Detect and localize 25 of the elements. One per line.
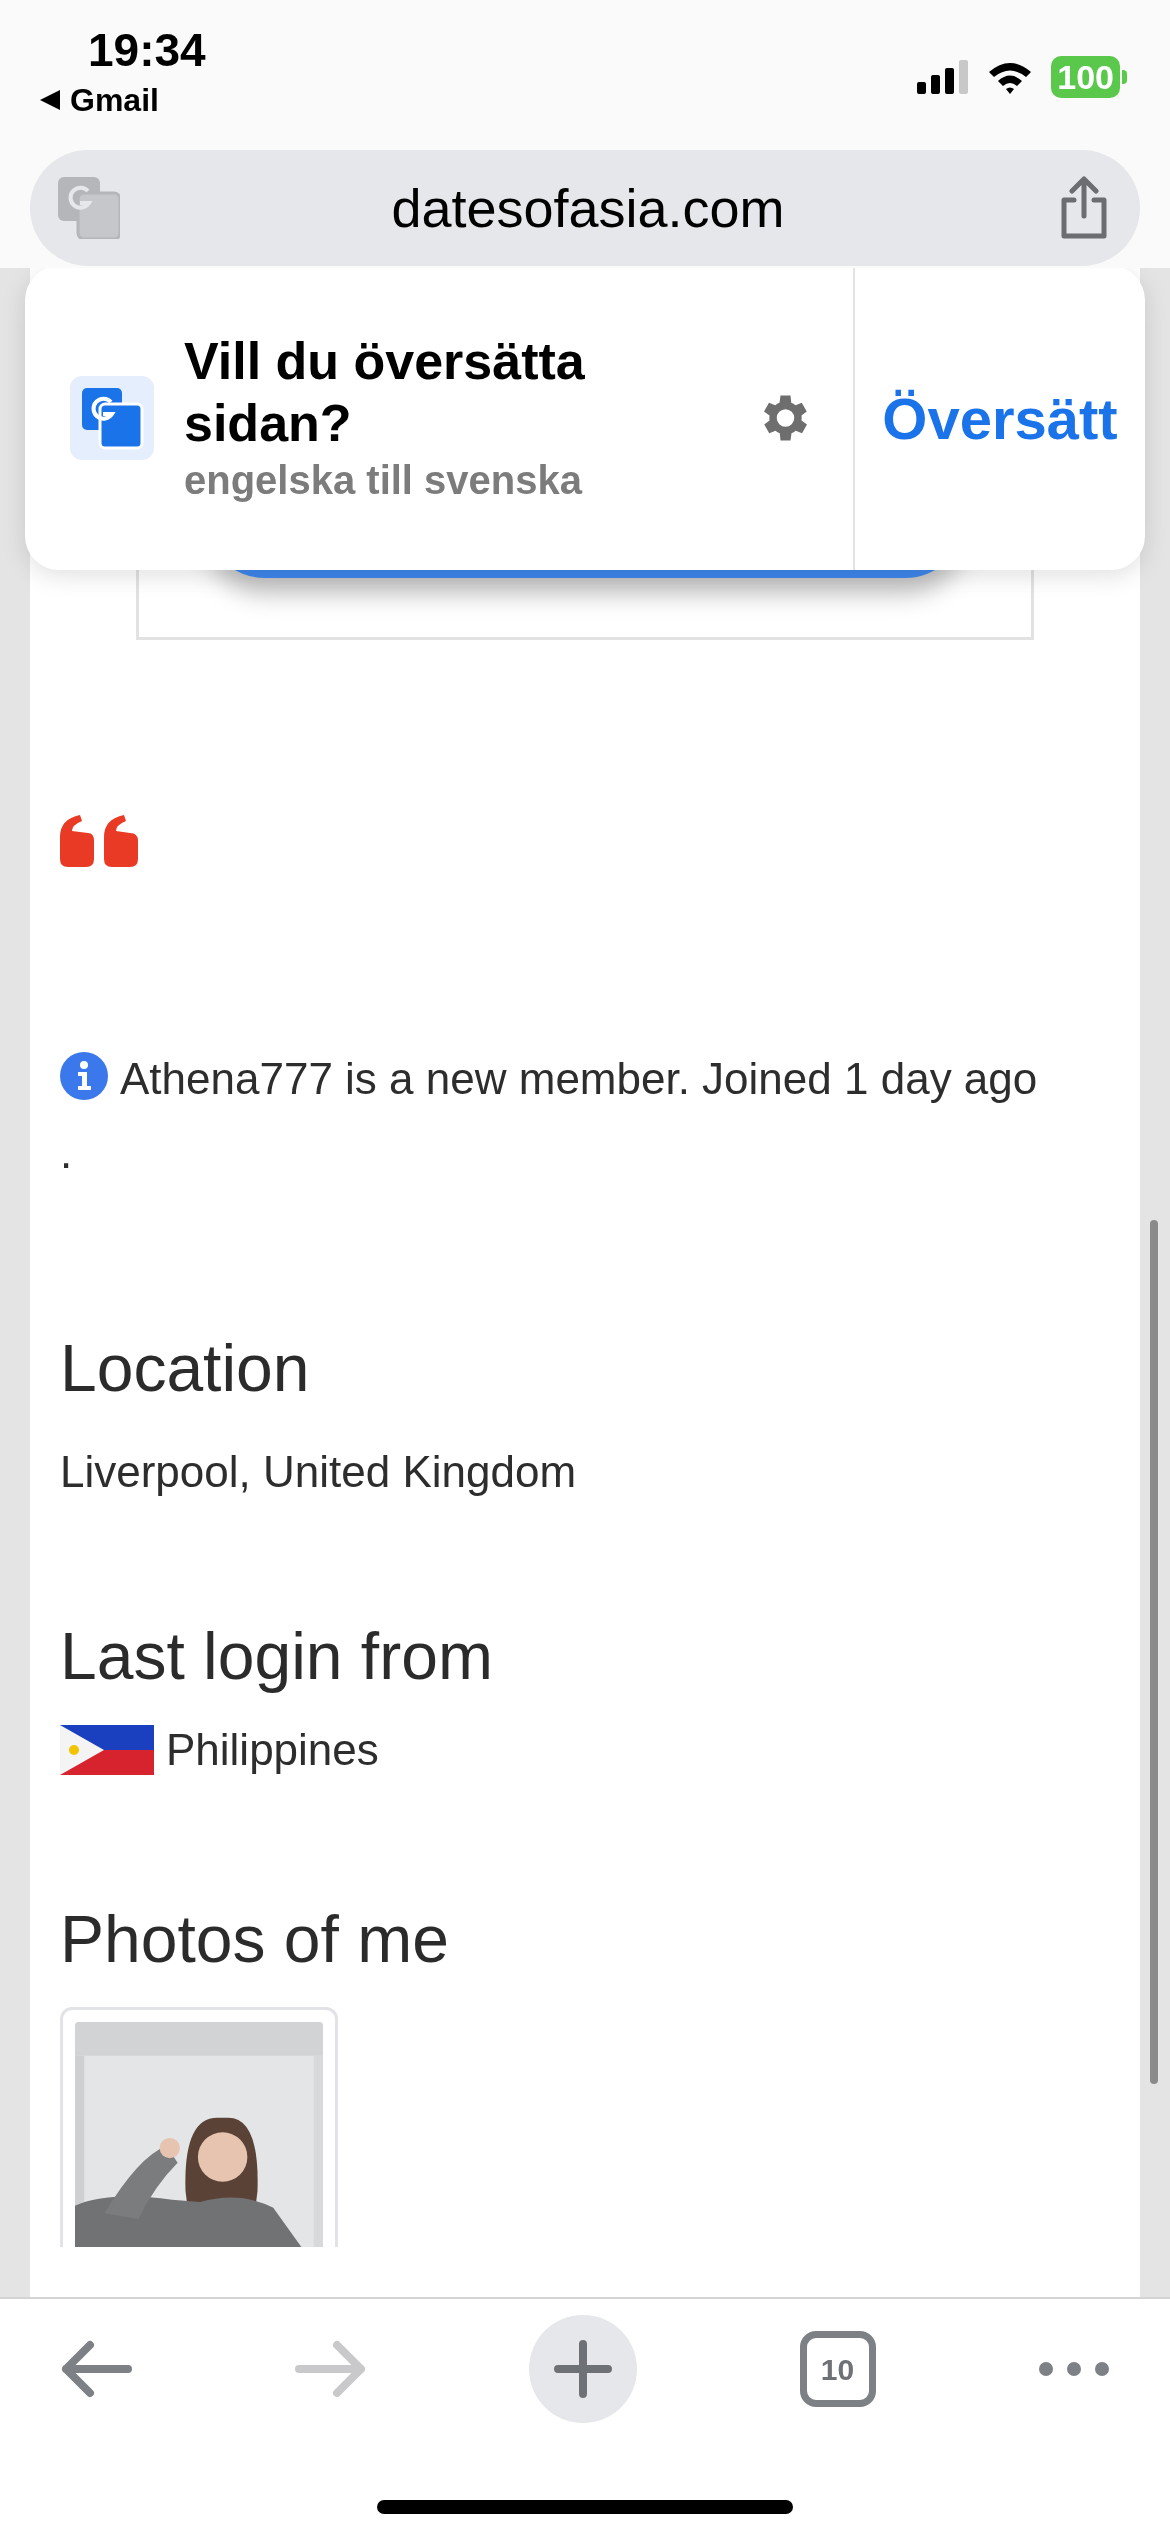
tab-count-button[interactable]: 10 — [799, 2331, 876, 2407]
new-member-notice: Athena777 is a new member. Joined 1 day ago . — [60, 1051, 1039, 1179]
quote-icon — [60, 815, 138, 867]
translate-button[interactable]: Översätt — [855, 268, 1145, 570]
back-arrow-icon[interactable] — [60, 2339, 132, 2399]
wifi-icon — [987, 60, 1034, 94]
plus-icon — [554, 2340, 612, 2398]
photo-thumbnail[interactable] — [60, 2007, 338, 2247]
back-triangle-icon — [38, 88, 62, 112]
status-time: 19:34 — [88, 23, 206, 78]
section-heading: Photos of me — [60, 1901, 450, 1977]
url-text: datesofasia.com — [391, 176, 785, 240]
flag-icon — [60, 1725, 154, 1775]
info-icon — [60, 1052, 108, 1100]
translate-icon — [70, 376, 154, 460]
country-text: Philippines — [166, 1724, 379, 1776]
popup-title: Vill du översätta sidan? — [184, 331, 586, 454]
back-to-app-link[interactable]: Gmail — [38, 80, 206, 120]
location-text: Liverpool, United Kingdom — [60, 1446, 578, 1498]
signal-icon — [917, 60, 970, 94]
section-heading: Last login from — [60, 1618, 494, 1694]
address-bar[interactable]: datesofasia.com — [30, 150, 1140, 266]
popup-subtitle: engelska till svenska — [184, 457, 584, 504]
section-heading: Location — [60, 1330, 311, 1406]
more-icon[interactable] — [1038, 2360, 1110, 2378]
